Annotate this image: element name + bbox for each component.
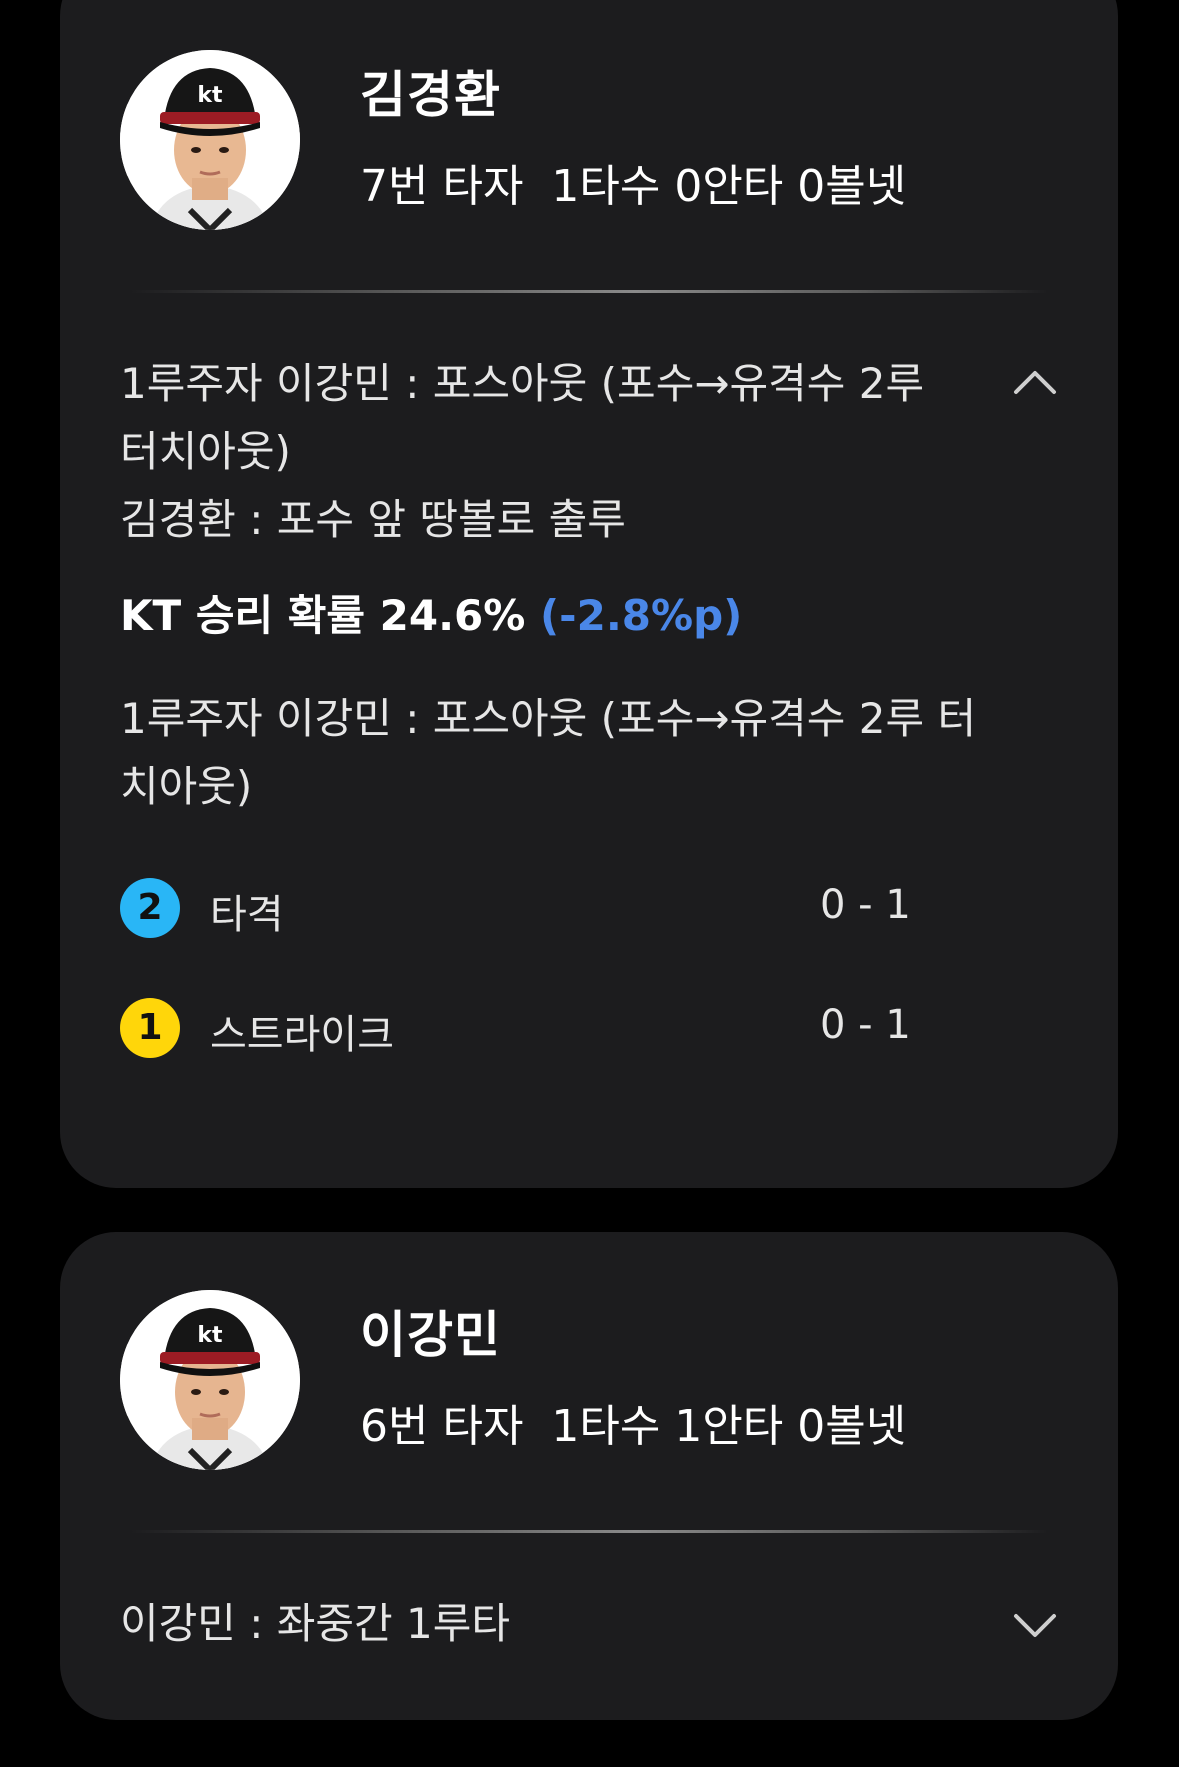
pitch-result: 스트라이크 [210, 1012, 394, 1058]
chevron-down-icon[interactable] [1012, 1602, 1058, 1648]
pitch-count: 0 - 1 [820, 882, 911, 928]
player-atbat-card: kt 이강민 6번 타자 1타수 1안타 0볼넷 이강민 : 좌중간 1루타 [60, 1232, 1118, 1720]
player-avatar: kt [120, 50, 300, 230]
player-statline: 6번 타자 1타수 1안타 0볼넷 [360, 1401, 907, 1452]
event-description-line: 1루주자 이강민 : 포스아웃 (포수→유격수 2루 터 [120, 694, 977, 743]
player-name: 김경환 [360, 66, 501, 124]
player-avatar: kt [120, 1290, 300, 1470]
pitch-number-badge: 2 [120, 878, 180, 938]
win-probability-delta: (-2.8%p) [539, 591, 743, 640]
pitch-row: 1 스트라이크 0 - 1 [120, 998, 980, 1062]
win-probability: KT 승리 확률 24.6% (-2.8%p) [120, 582, 742, 643]
play-summary-line: 이강민 : 좌중간 1루타 [120, 1599, 511, 1648]
divider [130, 1530, 1048, 1533]
svg-text:kt: kt [197, 1323, 223, 1348]
player-photo-icon: kt [120, 50, 300, 230]
pitch-result: 타격 [210, 892, 284, 938]
play-summary-line: 김경환 : 포수 앞 땅볼로 출루 [120, 495, 626, 544]
event-description-line: 치아웃) [120, 762, 253, 811]
player-photo-icon: kt [120, 1290, 300, 1470]
svg-text:kt: kt [197, 83, 223, 108]
player-statline: 7번 타자 1타수 0안타 0볼넷 [360, 161, 907, 212]
chevron-up-icon[interactable] [1012, 360, 1058, 406]
divider [130, 290, 1048, 293]
pitch-row: 2 타격 0 - 1 [120, 878, 980, 942]
win-probability-label: KT 승리 확률 24.6% [120, 591, 526, 640]
pitch-count: 0 - 1 [820, 1002, 911, 1048]
play-summary-line: 1루주자 이강민 : 포스아웃 (포수→유격수 2루 [120, 359, 925, 408]
player-name: 이강민 [360, 1306, 501, 1364]
play-summary-line: 터치아웃) [120, 427, 291, 476]
player-atbat-card: kt 김경환 7번 타자 1타수 0안타 0볼넷 1루주자 이강민 : 포스아웃… [60, 0, 1118, 1188]
play-summary[interactable]: 이강민 : 좌중간 1루타 [120, 1590, 980, 1658]
event-description: 1루주자 이강민 : 포스아웃 (포수→유격수 2루 터 치아웃) [120, 685, 980, 821]
pitch-number-badge: 1 [120, 998, 180, 1058]
play-summary[interactable]: 1루주자 이강민 : 포스아웃 (포수→유격수 2루 터치아웃) 김경환 : 포… [120, 350, 980, 554]
